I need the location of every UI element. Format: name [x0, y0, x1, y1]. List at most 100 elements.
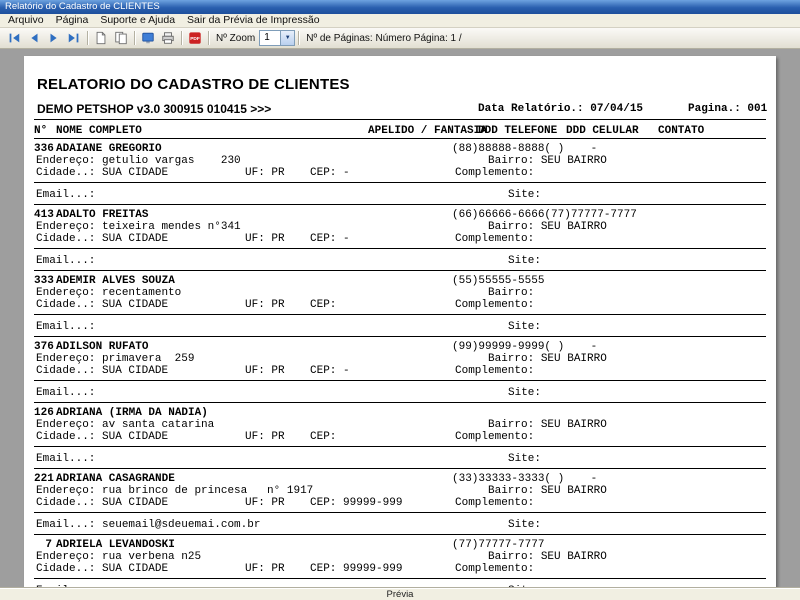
field-label: Cidade..: [36, 431, 96, 443]
state-field: UF: PR [245, 167, 285, 179]
record-email-line: Email...: seuemail@sdeuemai.com.br Site: [24, 519, 776, 531]
complement-field: Complemento: [455, 497, 541, 509]
report-page: RELATORIO DO CADASTRO DE CLIENTES DEMO P… [24, 56, 776, 588]
city-field: Cidade..: SUA CIDADE [36, 233, 168, 245]
field-label: Site: [508, 189, 542, 201]
field-value: 99999-999 [343, 563, 403, 575]
preview-area[interactable]: RELATORIO DO CADASTRO DE CLIENTES DEMO P… [0, 49, 800, 588]
chevron-down-icon[interactable]: ▼ [280, 31, 295, 45]
page-setup-button[interactable] [91, 29, 111, 47]
client-record: 221 ADRIANA CASAGRANDE (33)33333-3333( ) -… [24, 471, 776, 537]
multi-page-view-button[interactable] [111, 29, 131, 47]
client-number: 413 [34, 209, 54, 221]
client-name: ADALTO FREITAS [56, 209, 149, 221]
prev-page-button[interactable] [24, 29, 44, 47]
state-field: UF: PR [245, 365, 285, 377]
menu-arquivo[interactable]: Arquivo [2, 14, 50, 27]
client-name: ADRIANA CASAGRANDE [56, 473, 175, 485]
pdf-icon: PDF [189, 32, 201, 44]
client-record: 376 ADILSON RUFATO (99)99999-9999( ) - End… [24, 339, 776, 405]
field-label: Bairro: [488, 551, 535, 563]
record-name-line: 333 ADEMIR ALVES SOUZA (55)55555-5555 [24, 275, 776, 287]
address-field: Endereço: teixeira mendes n°341 [36, 221, 241, 233]
record-divider [34, 446, 766, 447]
record-divider [34, 204, 766, 205]
field-label: Cidade..: [36, 497, 96, 509]
record-address-line: Endereço: av santa catarina Bairro: SEU B… [24, 419, 776, 431]
field-value: - [343, 233, 350, 245]
client-number: 221 [34, 473, 54, 485]
field-label: UF: [245, 431, 265, 443]
field-label: Endereço: [36, 353, 96, 365]
complement-field: Complemento: [455, 431, 541, 443]
city-field: Cidade..: SUA CIDADE [36, 299, 168, 311]
field-label: Cidade..: [36, 233, 96, 245]
complement-field: Complemento: [455, 233, 541, 245]
record-name-line: 336 ADAIANE GREGORIO (88)88888-8888( ) - [24, 143, 776, 155]
field-label: Endereço: [36, 551, 96, 563]
field-label: CEP: [310, 233, 337, 245]
field-label: CEP: [310, 167, 337, 179]
email-field: Email...: [36, 189, 102, 201]
record-name-line: 7 ADRIELA LEVANDOSKI (77)77777-7777 [24, 539, 776, 551]
record-divider [34, 248, 766, 249]
first-page-button[interactable] [4, 29, 24, 47]
pdf-export-button[interactable]: PDF [185, 29, 205, 47]
site-field: Site: [508, 321, 548, 333]
field-value: SUA CIDADE [102, 233, 169, 245]
client-record: 333 ADEMIR ALVES SOUZA (55)55555-5555 Ende… [24, 273, 776, 339]
first-page-icon [9, 33, 20, 43]
field-label: Cidade..: [36, 167, 96, 179]
record-address-line: Endereço: rua verbena n25 Bairro: SEU BAI… [24, 551, 776, 563]
record-email-line: Email...: Site: [24, 255, 776, 267]
client-name: ADAIANE GREGORIO [56, 143, 162, 155]
field-label: CEP: [310, 431, 337, 443]
toolbar-separator [87, 31, 88, 45]
field-label: UF: [245, 299, 265, 311]
field-value: SEU BAIRRO [540, 221, 607, 233]
field-label: Complemento: [455, 431, 535, 443]
field-label: Bairro: [488, 353, 535, 365]
print-button[interactable] [158, 29, 178, 47]
field-label: Cidade..: [36, 299, 96, 311]
field-label: Email...: [36, 519, 96, 531]
last-page-button[interactable] [64, 29, 84, 47]
prev-page-icon [31, 33, 38, 43]
record-divider [34, 512, 766, 513]
field-value: SUA CIDADE [102, 431, 169, 443]
field-label: Site: [508, 453, 542, 465]
window-titlebar[interactable]: Relatório do Cadastro de CLIENTES [0, 0, 800, 14]
field-label: Complemento: [455, 167, 535, 179]
field-label: Email...: [36, 387, 96, 399]
site-field: Site: [508, 453, 548, 465]
zip-field: CEP: - [310, 233, 350, 245]
district-field: Bairro: SEU BAIRRO [488, 353, 607, 365]
client-number: 333 [34, 275, 54, 287]
client-name: ADRIANA (IRMA DA NADIA) [56, 407, 208, 419]
next-page-button[interactable] [44, 29, 64, 47]
zoom-select[interactable]: 1 ▼ [259, 30, 296, 46]
record-divider [34, 578, 766, 579]
address-field: Endereço: recentamento [36, 287, 181, 299]
record-email-line: Email...: Site: [24, 453, 776, 465]
record-city-line: Cidade..: SUA CIDADE UF: PR CEP: - Compleme… [24, 365, 776, 377]
field-value: - [343, 167, 350, 179]
field-value: recentamento [102, 287, 182, 299]
menu-sair-previa-impressao[interactable]: Sair da Prévia de Impressão [181, 14, 325, 27]
field-label: UF: [245, 365, 265, 377]
menu-pagina[interactable]: Página [50, 14, 95, 27]
svg-text:PDF: PDF [190, 36, 200, 42]
printer-icon [162, 32, 174, 44]
record-email-line: Email...: Site: [24, 321, 776, 333]
menu-suporte-ajuda[interactable]: Suporte e Ajuda [94, 14, 181, 27]
next-page-icon [50, 33, 57, 43]
client-phone: (88)88888-8888( ) - [452, 143, 598, 155]
record-address-line: Endereço: getulio vargas 230 Bairro: SEU … [24, 155, 776, 167]
field-value: seuemail@sdeuemai.com.br [102, 519, 261, 531]
field-label: Email...: [36, 255, 96, 267]
field-value: primavera 259 [102, 353, 195, 365]
field-label: Cidade..: [36, 365, 96, 377]
client-record: 336 ADAIANE GREGORIO (88)88888-8888( ) - E… [24, 141, 776, 207]
field-label: UF: [245, 563, 265, 575]
screen-view-button[interactable] [138, 29, 158, 47]
